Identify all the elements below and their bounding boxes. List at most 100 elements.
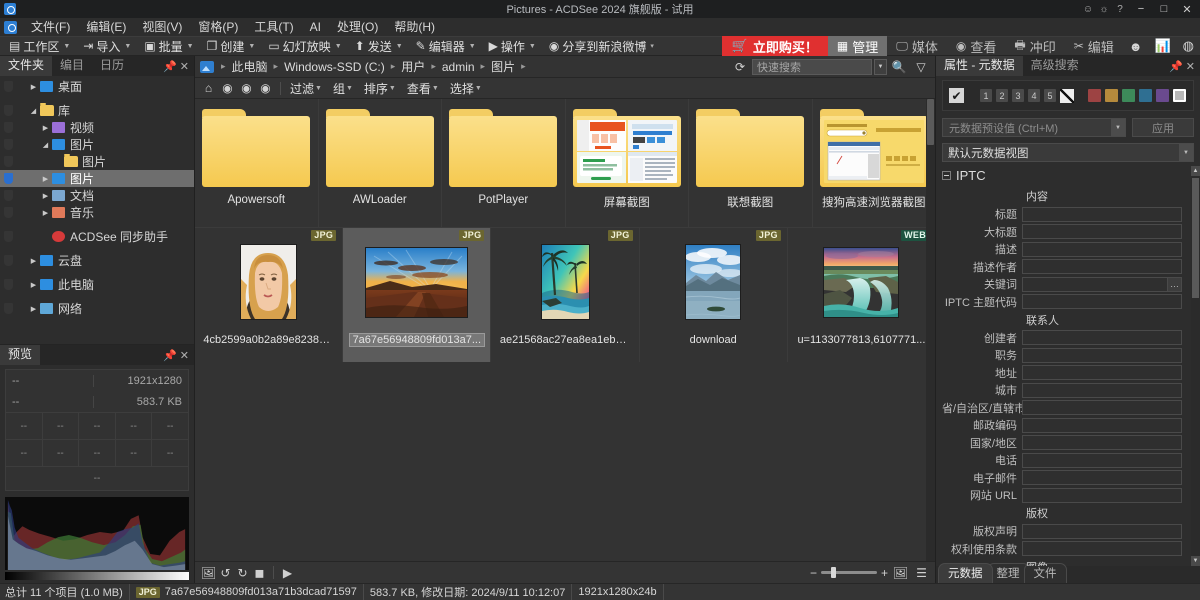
thumbnail-view-icon[interactable]: 🖼	[892, 564, 909, 581]
toolbar-import[interactable]: ⇥ 导入 ▼	[78, 36, 139, 56]
menu-help[interactable]: 帮助(H)	[386, 18, 443, 36]
toolbar-editor[interactable]: ✎ 编辑器 ▼	[411, 36, 484, 56]
breadcrumb-item-0[interactable]: 此电脑	[230, 58, 270, 75]
folder-item[interactable]: PotPlayer	[442, 99, 566, 227]
scroll-down-icon[interactable]: ▼	[1191, 556, 1200, 566]
menu-view[interactable]: 视图(V)	[134, 18, 190, 36]
toolbar-action[interactable]: ▶ 操作 ▼	[484, 36, 544, 56]
breadcrumb-item-3[interactable]: admin	[440, 60, 477, 74]
breadcrumb-item-4[interactable]: 图片	[489, 58, 517, 75]
file-item[interactable]: JPGdownload	[640, 228, 788, 362]
menu-view[interactable]: 查看 ▼	[403, 79, 446, 98]
tree-item-8[interactable]: ACDSee 同步助手	[0, 228, 194, 245]
pin-icon[interactable]: 📌	[163, 349, 177, 362]
select-all-checkbox[interactable]: ✔	[949, 88, 964, 103]
search-input[interactable]: 快速搜索	[752, 59, 872, 75]
metadata-field-input[interactable]	[1022, 242, 1182, 257]
apply-button[interactable]: 应用	[1132, 118, 1194, 137]
tab-file[interactable]: 文件	[1024, 563, 1067, 583]
menu-ai[interactable]: AI	[302, 18, 329, 36]
menu-group[interactable]: 组 ▼	[329, 79, 360, 98]
chart-icon[interactable]: 📊	[1148, 36, 1176, 56]
menu-file[interactable]: 文件(F)	[23, 18, 78, 36]
metadata-field-input[interactable]	[1022, 400, 1182, 415]
no-rating-icon[interactable]	[1060, 89, 1074, 103]
metadata-field-input[interactable]: …	[1022, 277, 1182, 292]
color-label-orange[interactable]	[1105, 89, 1118, 102]
rating-2-button[interactable]: 2	[996, 89, 1008, 102]
breadcrumb-item-1[interactable]: Windows-SSD (C:)	[282, 60, 387, 74]
section-iptc-header[interactable]: IPTC	[942, 166, 1191, 186]
content-scrollbar[interactable]	[926, 99, 935, 561]
rating-1-button[interactable]: 1	[980, 89, 992, 102]
metadata-field-input[interactable]	[1022, 259, 1182, 274]
tree-item-7[interactable]: ▶音乐	[0, 204, 194, 221]
folder-item[interactable]: 联想截图	[689, 99, 813, 227]
list-view-icon[interactable]: ☰	[913, 564, 930, 581]
rotate-image-icon[interactable]: 🖼	[200, 564, 217, 581]
metadata-field-input[interactable]	[1022, 524, 1182, 539]
expand-arrow-icon[interactable]: ▶	[40, 175, 51, 183]
tree-item-5[interactable]: ▶图片	[0, 170, 194, 187]
color-label-green[interactable]	[1122, 89, 1135, 102]
toolbar-batch[interactable]: ▣ 批量 ▼	[139, 36, 201, 56]
buy-now-button[interactable]: 🛒 立即购买！	[722, 36, 828, 56]
metadata-preset-select[interactable]: 元数据预设值 (Ctrl+M) ▼	[942, 118, 1126, 137]
file-item[interactable]: WEBu=1133077813,6107771...	[788, 228, 935, 362]
tree-item-4[interactable]: 图片	[0, 153, 194, 170]
expand-arrow-icon[interactable]: ◢	[40, 141, 51, 149]
zoom-slider[interactable]	[821, 571, 877, 574]
tab-metadata[interactable]: 元数据	[938, 563, 993, 583]
collapse-icon[interactable]	[942, 171, 951, 180]
maximize-button[interactable]: □	[1153, 0, 1175, 18]
expand-arrow-icon[interactable]: ▶	[28, 83, 39, 91]
metadata-field-input[interactable]	[1022, 207, 1182, 222]
pin-icon[interactable]: 📌	[1169, 60, 1183, 73]
tree-item-3[interactable]: ◢图片	[0, 136, 194, 153]
mode-print[interactable]: 🖶 冲印	[1005, 36, 1064, 56]
metadata-field-input[interactable]	[1022, 330, 1182, 345]
close-icon[interactable]: ✕	[180, 60, 189, 73]
color-label-none[interactable]	[1173, 89, 1186, 102]
search-icon[interactable]: 🔍	[889, 58, 909, 75]
metadata-field-input[interactable]	[1022, 453, 1182, 468]
rotate-left-icon[interactable]: ↺	[217, 564, 234, 581]
tree-item-11[interactable]: ▶网络	[0, 300, 194, 317]
color-label-purple[interactable]	[1156, 89, 1169, 102]
menu-select[interactable]: 选择 ▼	[446, 79, 489, 98]
tab-preview[interactable]: 预览	[0, 345, 40, 365]
zoom-out-button[interactable]: −	[810, 566, 817, 580]
expand-arrow-icon[interactable]: ▶	[40, 209, 51, 217]
toolbar-share-weibo[interactable]: ◉ 分享到新浪微博 ▾	[544, 36, 662, 56]
chevron-down-icon[interactable]: ▼	[1111, 119, 1125, 136]
tree-item-0[interactable]: ▶桌面	[0, 78, 194, 95]
file-item[interactable]: JPG4cb2599a0b2a89e82383...	[195, 228, 343, 362]
metadata-field-input[interactable]	[1022, 488, 1182, 503]
tree-item-9[interactable]: ▶云盘	[0, 252, 194, 269]
folder-item[interactable]: AWLoader	[319, 99, 443, 227]
chevron-down-icon[interactable]: ▼	[1179, 144, 1193, 161]
stop-icon[interactable]: ◼	[251, 564, 268, 581]
people-icon[interactable]: ☻	[1123, 36, 1149, 56]
menu-filter[interactable]: 过滤 ▼	[286, 79, 329, 98]
mode-media[interactable]: 🖵 媒体	[887, 36, 947, 56]
tab-calendar[interactable]: 日历	[92, 56, 132, 76]
zoom-slider-knob[interactable]	[831, 567, 836, 578]
tab-folders[interactable]: 文件夹	[0, 56, 52, 76]
zoom-in-button[interactable]: +	[881, 566, 888, 580]
slideshow-play-icon[interactable]: ▶	[279, 564, 296, 581]
toolbar-slideshow[interactable]: ▭ 幻灯放映 ▼	[263, 36, 349, 56]
folder-tree[interactable]: ▶桌面◢库▶视频◢图片图片▶图片▶文档▶音乐ACDSee 同步助手▶云盘▶此电脑…	[0, 76, 194, 344]
search-dropdown-button[interactable]: ▼	[874, 59, 887, 75]
tree-item-1[interactable]: ◢库	[0, 102, 194, 119]
expand-arrow-icon[interactable]: ▶	[28, 257, 39, 265]
minimize-button[interactable]: −	[1130, 0, 1152, 18]
view360-icon[interactable]: ◍	[1177, 36, 1200, 56]
home-icon[interactable]: ⌂	[199, 79, 218, 98]
metadata-field-input[interactable]	[1022, 383, 1182, 398]
up-icon[interactable]: ◉	[256, 79, 275, 98]
expand-arrow-icon[interactable]: ◢	[28, 107, 39, 115]
menu-sort[interactable]: 排序 ▼	[360, 79, 403, 98]
close-button[interactable]: ✕	[1176, 0, 1198, 18]
metadata-field-input[interactable]	[1022, 470, 1182, 485]
